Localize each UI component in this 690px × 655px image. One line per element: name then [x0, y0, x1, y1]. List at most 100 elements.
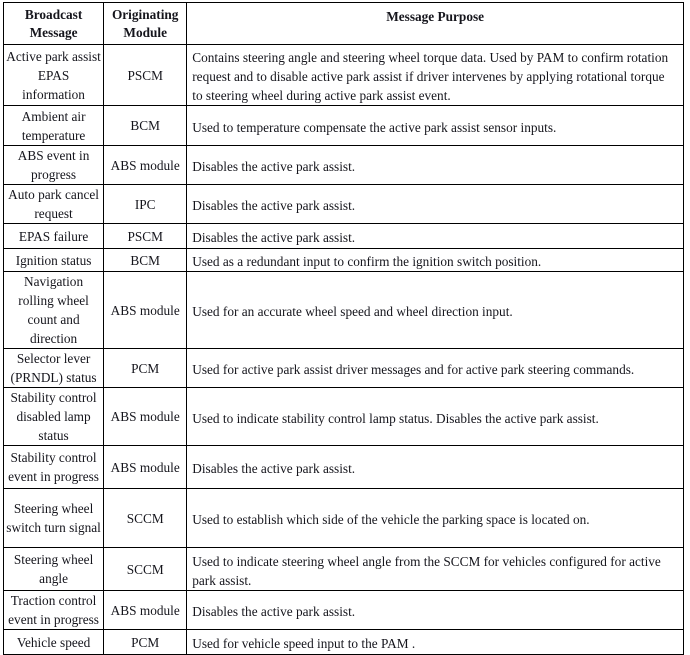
cell-broadcast-message: Vehicle speed [2, 629, 105, 655]
cell-message-purpose-text: Disables the active park assist. [192, 604, 356, 619]
cell-broadcast-message-text: Vehicle speed [16, 634, 91, 650]
cell-originating-module: ABS module [103, 445, 188, 489]
table-row: Traction control event in progress ABS mo… [2, 590, 684, 630]
cell-broadcast-message: Steering wheel switch turn signal [2, 488, 105, 548]
cell-originating-module: BCM [103, 105, 188, 146]
table-body: Active park assist EPAS information PSCM C… [2, 44, 684, 655]
broadcast-message-table-container: Broadcast Message Originating Module Messa… [2, 2, 684, 655]
cell-message-purpose: Used for vehicle speed input to the PAM … [186, 629, 684, 655]
table-row: Stability control event in progress ABS m… [2, 445, 684, 489]
cell-originating-module: PCM [103, 629, 188, 655]
table-row: Vehicle speed PCM Used for vehicle speed i… [2, 629, 684, 655]
cell-originating-module-text: ABS module [110, 157, 180, 173]
cell-message-purpose: Used to indicate steering wheel angle fr… [186, 547, 684, 591]
cell-originating-module: PSCM [103, 223, 188, 249]
cell-broadcast-message: Active park assist EPAS information [2, 44, 105, 106]
table-header: Broadcast Message Originating Module Messa… [2, 2, 684, 45]
broadcast-message-table: Broadcast Message Originating Module Messa… [2, 2, 684, 655]
table-row: Selector lever (PRNDL) status PCM Used for… [2, 348, 684, 388]
column-header-broadcast-message: Broadcast Message [2, 2, 105, 45]
cell-broadcast-message: Traction control event in progress [2, 590, 105, 630]
cell-message-purpose-text: Used for vehicle speed input to the PAM … [192, 636, 416, 651]
table-row: Ambient air temperature BCM Used to temper… [2, 105, 684, 146]
cell-message-purpose-text: Used to indicate stability control lamp … [192, 410, 599, 426]
cell-originating-module-text: PSCM [127, 67, 163, 83]
cell-broadcast-message-text: Steering wheel switch turn signal [6, 501, 101, 535]
cell-message-purpose: Disables the active park assist. [186, 590, 684, 630]
cell-broadcast-message: Ambient air temperature [2, 105, 105, 146]
cell-broadcast-message-text: ABS event in progress [17, 148, 90, 182]
cell-message-purpose-text: Contains steering angle and steering whe… [192, 50, 669, 103]
cell-originating-module-text: PCM [131, 634, 160, 650]
cell-broadcast-message: Stability control disabled lamp status [2, 387, 105, 446]
column-header-originating-module-label: Originating Module [111, 7, 179, 40]
cell-message-purpose: Disables the active park assist. [186, 184, 684, 224]
cell-originating-module: PCM [103, 348, 188, 388]
cell-originating-module: ABS module [103, 271, 188, 349]
cell-message-purpose-text: Used to indicate steering wheel angle fr… [192, 553, 661, 588]
cell-originating-module-text: IPC [134, 196, 156, 212]
cell-message-purpose-text: Disables the active park assist. [192, 230, 356, 245]
cell-broadcast-message: Selector lever (PRNDL) status [2, 348, 105, 388]
cell-originating-module: ABS module [103, 145, 188, 185]
cell-originating-module: BCM [103, 248, 188, 272]
cell-message-purpose-text: Used as a redundant input to confirm the… [192, 254, 542, 269]
column-header-message-purpose-label: Message Purpose [386, 9, 485, 24]
cell-originating-module: ABS module [103, 387, 188, 446]
cell-broadcast-message: ABS event in progress [2, 145, 105, 185]
cell-message-purpose: Used for an accurate wheel speed and whe… [186, 271, 684, 349]
table-header-row: Broadcast Message Originating Module Messa… [2, 2, 684, 45]
table-row: ABS event in progress ABS module Disables … [2, 145, 684, 185]
table-row: Auto park cancel request IPC Disables the … [2, 184, 684, 224]
cell-message-purpose: Used to temperature compensate the activ… [186, 105, 684, 146]
cell-message-purpose-text: Disables the active park assist. [192, 159, 356, 174]
cell-originating-module-text: SCCM [126, 561, 164, 577]
column-header-message-purpose: Message Purpose [186, 2, 684, 45]
cell-broadcast-message-text: Traction control event in progress [8, 593, 99, 627]
column-header-originating-module: Originating Module [103, 2, 188, 45]
cell-message-purpose-text: Used for an accurate wheel speed and whe… [192, 304, 513, 319]
cell-broadcast-message-text: Navigation rolling wheel count and direc… [18, 274, 89, 346]
cell-message-purpose: Used as a redundant input to confirm the… [186, 248, 684, 272]
cell-message-purpose: Used for active park assist driver messa… [186, 348, 684, 388]
cell-message-purpose: Used to establish which side of the vehi… [186, 488, 684, 548]
cell-originating-module: ABS module [103, 590, 188, 630]
column-header-broadcast-message-label: Broadcast Message [24, 7, 83, 40]
cell-message-purpose-text: Disables the active park assist. [192, 461, 356, 476]
cell-originating-module-text: PCM [131, 360, 160, 376]
cell-message-purpose: Contains steering angle and steering whe… [186, 44, 684, 106]
cell-broadcast-message-text: Ignition status [15, 252, 92, 268]
cell-originating-module: SCCM [103, 488, 188, 548]
cell-message-purpose: Disables the active park assist. [186, 445, 684, 489]
cell-message-purpose-text: Used to temperature compensate the activ… [192, 119, 557, 135]
table-row: Steering wheel switch turn signal SCCM Use… [2, 488, 684, 548]
table-row: Active park assist EPAS information PSCM C… [2, 44, 684, 106]
cell-broadcast-message-text: Auto park cancel request [8, 187, 99, 221]
table-row: Navigation rolling wheel count and direc… [2, 271, 684, 349]
cell-broadcast-message: Auto park cancel request [2, 184, 105, 224]
cell-originating-module-text: PSCM [127, 228, 163, 244]
cell-originating-module: SCCM [103, 547, 188, 591]
table-row: Ignition status BCM Used as a redundant in… [2, 248, 684, 272]
cell-originating-module-text: ABS module [110, 302, 180, 318]
cell-broadcast-message-text: EPAS failure [18, 228, 89, 244]
cell-message-purpose: Disables the active park assist. [186, 223, 684, 249]
cell-broadcast-message: EPAS failure [2, 223, 105, 249]
cell-originating-module-text: SCCM [126, 510, 164, 526]
cell-message-purpose: Disables the active park assist. [186, 145, 684, 185]
table-row: Steering wheel angle SCCM Used to indicate… [2, 547, 684, 591]
table-row: EPAS failure PSCM Disables the active park… [2, 223, 684, 249]
cell-broadcast-message: Ignition status [2, 248, 105, 272]
cell-originating-module-text: BCM [130, 252, 160, 268]
cell-broadcast-message-text: Steering wheel angle [13, 552, 94, 586]
cell-broadcast-message-text: Ambient air temperature [21, 108, 86, 143]
cell-broadcast-message-text: Selector lever (PRNDL) status [10, 351, 97, 385]
cell-broadcast-message: Stability control event in progress [2, 445, 105, 489]
cell-originating-module-text: ABS module [110, 602, 180, 618]
cell-originating-module-text: ABS module [110, 409, 180, 424]
cell-broadcast-message-text: Stability control event in progress [8, 450, 99, 484]
cell-broadcast-message: Navigation rolling wheel count and direc… [2, 271, 105, 349]
cell-message-purpose-text: Disables the active park assist. [192, 198, 356, 213]
cell-broadcast-message-text: Active park assist EPAS information [6, 48, 101, 102]
cell-originating-module: PSCM [103, 44, 188, 106]
